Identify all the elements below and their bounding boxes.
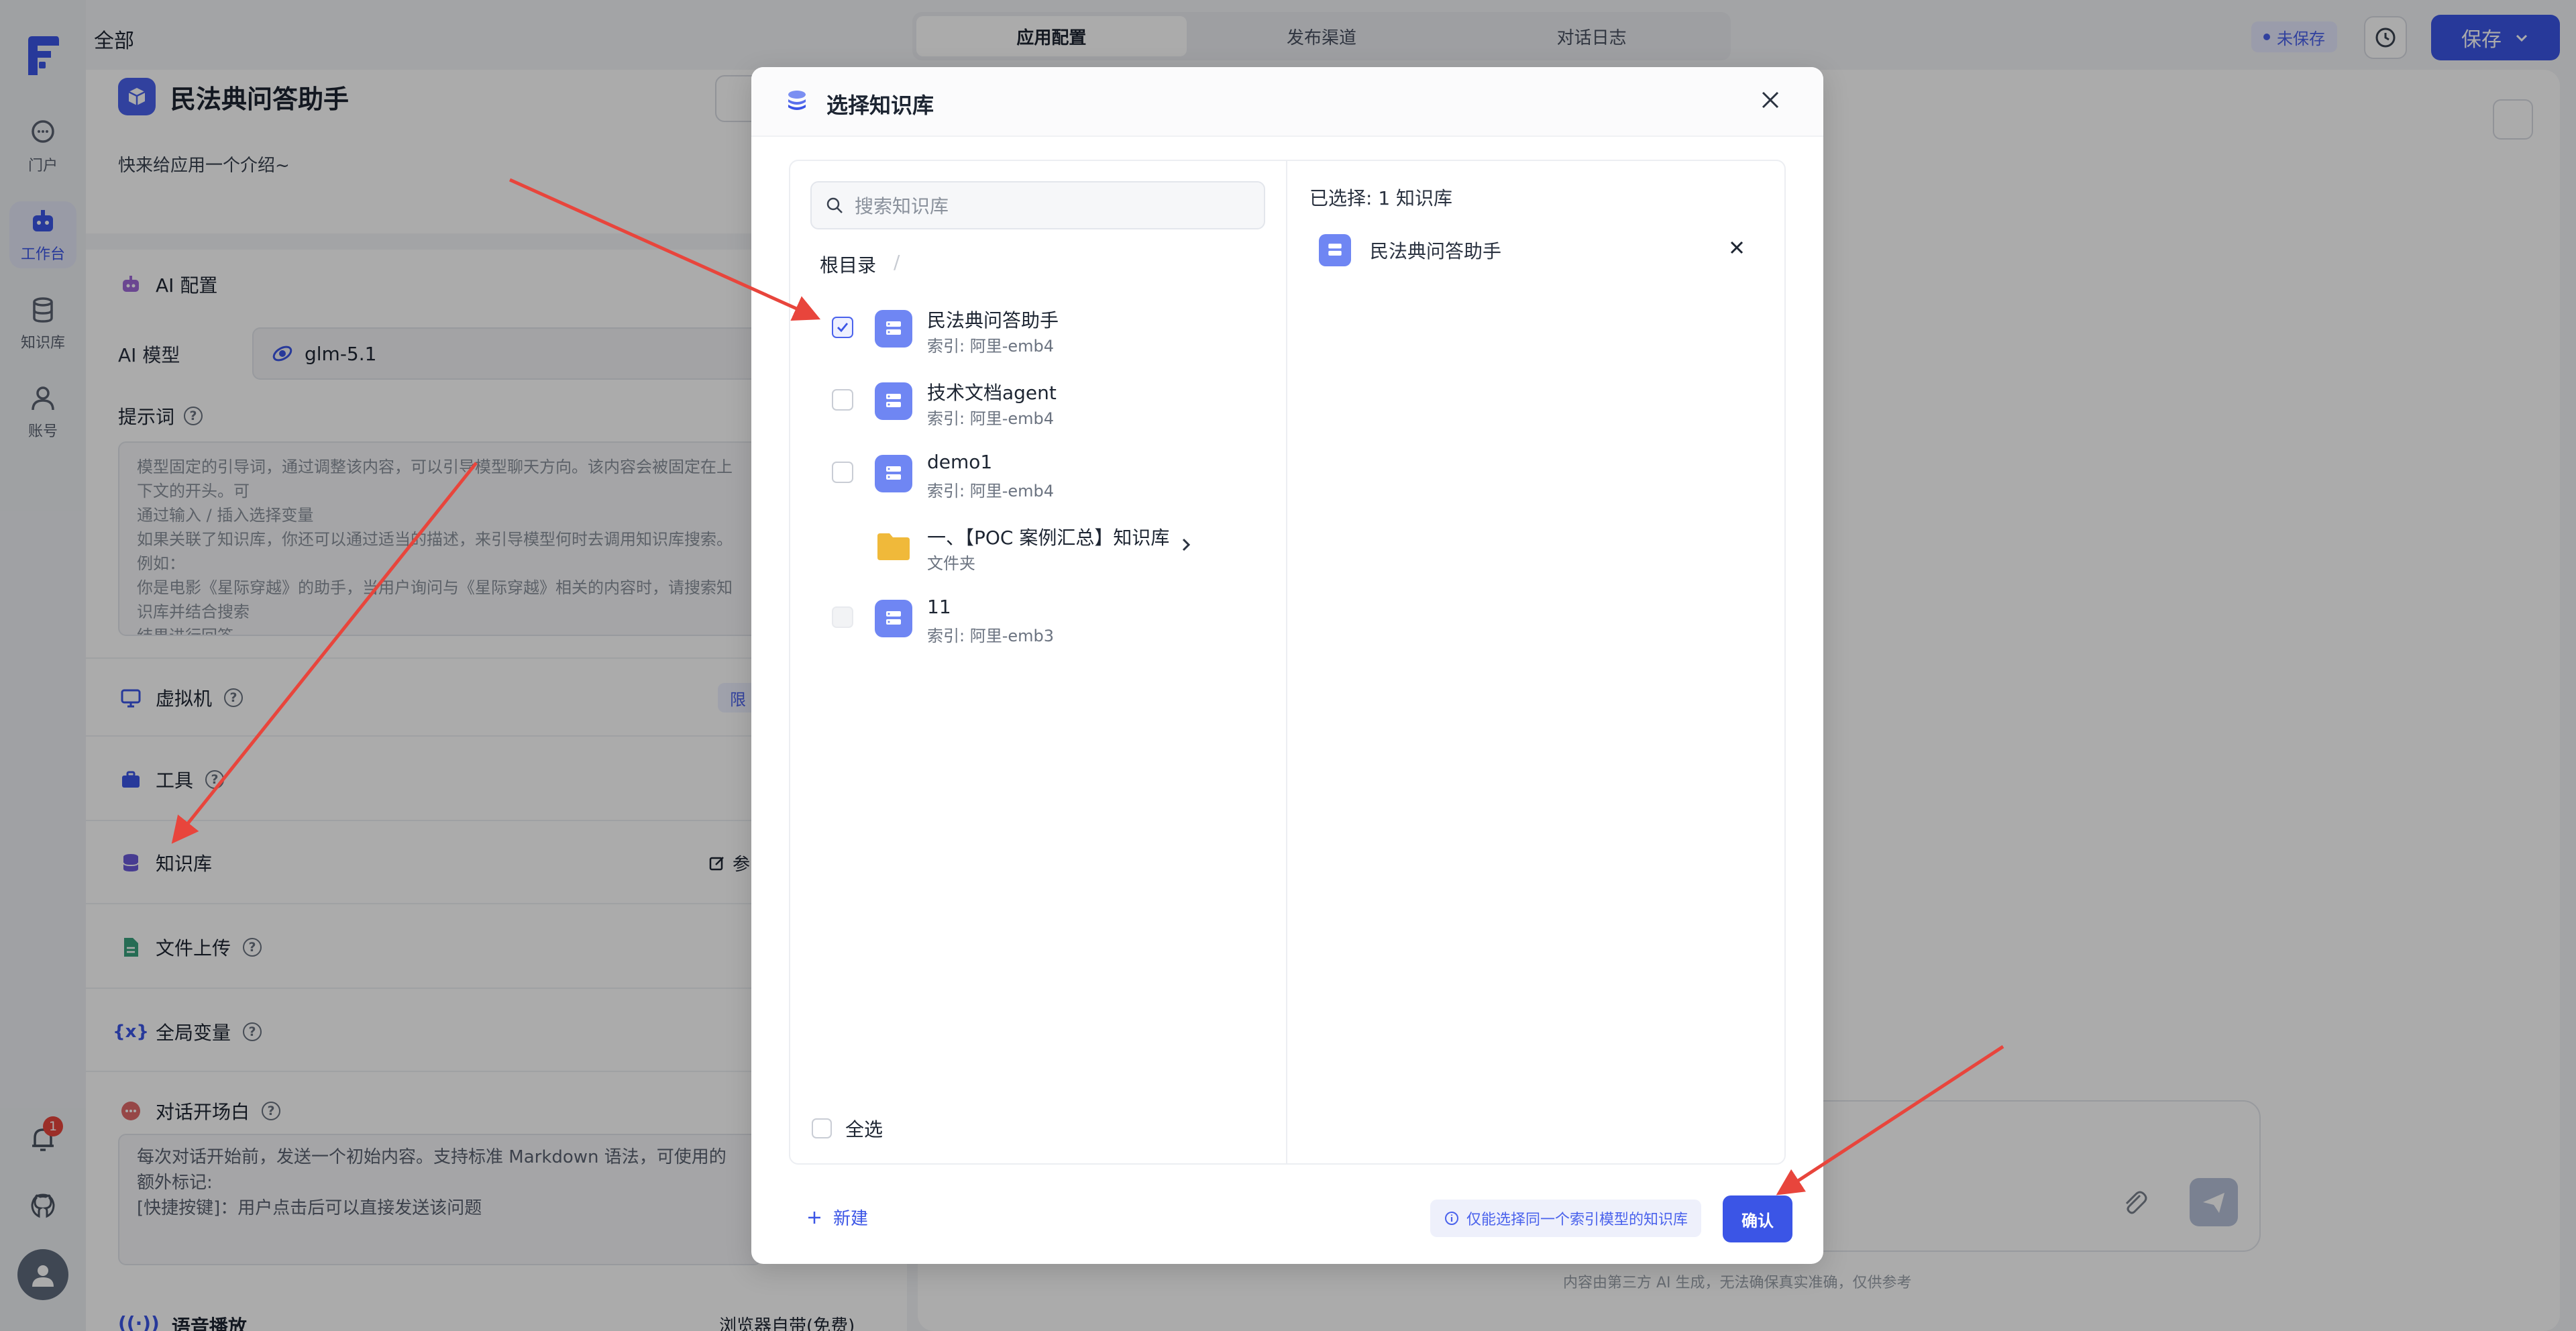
- index-model-hint: 仅能选择同一个索引模型的知识库: [1430, 1200, 1702, 1237]
- chevron-right-icon[interactable]: [1178, 535, 1194, 554]
- kb-search-placeholder: 搜索知识库: [855, 195, 949, 217]
- selected-count: 已选择: 1 知识库: [1309, 187, 1453, 209]
- kb-search-input[interactable]: 搜索知识库: [810, 181, 1265, 229]
- kb-selector-divider: [1286, 161, 1287, 1163]
- folder-icon: [875, 527, 912, 565]
- kb-item-index: 索引: 阿里-emb4: [927, 482, 1055, 500]
- kb-breadcrumb-separator: /: [894, 251, 900, 273]
- kb-checkbox[interactable]: [832, 317, 853, 338]
- kb-item-name: 技术文档agent: [927, 382, 1057, 404]
- kb-root-link[interactable]: 根目录: [820, 251, 876, 278]
- select-all-label: 全选: [845, 1118, 883, 1140]
- kb-dataset-icon: [875, 310, 912, 348]
- kb-item-name: 民法典问答助手: [927, 309, 1059, 331]
- new-kb-button[interactable]: 新建: [806, 1205, 868, 1230]
- kb-checkbox[interactable]: [832, 462, 853, 483]
- kb-folder-type: 文件夹: [927, 554, 975, 573]
- kb-list-item[interactable]: 技术文档agent 索引: 阿里-emb4: [810, 365, 1267, 435]
- select-all-checkbox[interactable]: 全选: [812, 1115, 883, 1142]
- modal-title: 选择知识库: [826, 93, 934, 118]
- kb-item-index: 索引: 阿里-emb4: [927, 337, 1055, 356]
- selected-kb-name: 民法典问答助手: [1370, 240, 1502, 262]
- knowledge-stack-icon: [788, 91, 806, 110]
- kb-folder-name: 一、【POC 案例汇总】知识库: [927, 527, 1170, 549]
- close-button[interactable]: [1755, 85, 1786, 115]
- new-kb-label: 新建: [833, 1209, 869, 1229]
- kb-item-index: 索引: 阿里-emb4: [927, 409, 1055, 428]
- search-icon: [826, 197, 843, 213]
- confirm-button[interactable]: 确认: [1723, 1195, 1792, 1242]
- kb-list-item[interactable]: demo1 索引: 阿里-emb4: [810, 437, 1267, 507]
- kb-item-name: demo1: [927, 451, 993, 473]
- info-icon: [1445, 1212, 1458, 1225]
- kb-item-index: 索引: 阿里-emb3: [927, 627, 1055, 645]
- plus-icon: [808, 1211, 820, 1224]
- kb-checkbox[interactable]: [832, 389, 853, 411]
- kb-item-name: 11: [927, 596, 951, 618]
- index-model-hint-text: 仅能选择同一个索引模型的知识库: [1466, 1212, 1688, 1228]
- select-all-box[interactable]: [812, 1118, 832, 1138]
- kb-folder-item[interactable]: 一、【POC 案例汇总】知识库 文件夹: [810, 510, 1267, 580]
- check-icon: [837, 323, 849, 333]
- close-icon: [1762, 91, 1779, 109]
- kb-dataset-icon: [875, 382, 912, 420]
- kb-checkbox: [832, 606, 853, 628]
- kb-dataset-icon: [875, 600, 912, 637]
- kb-dataset-icon: [1319, 234, 1351, 266]
- remove-icon[interactable]: [1727, 237, 1747, 258]
- kb-breadcrumb: 根目录 /: [820, 251, 900, 278]
- kb-dataset-icon: [875, 455, 912, 492]
- kb-list-item[interactable]: 民法典问答助手 索引: 阿里-emb4: [810, 292, 1267, 362]
- selected-kb-item: 民法典问答助手: [1319, 232, 1762, 268]
- kb-list-item: 11 索引: 阿里-emb3: [810, 582, 1267, 652]
